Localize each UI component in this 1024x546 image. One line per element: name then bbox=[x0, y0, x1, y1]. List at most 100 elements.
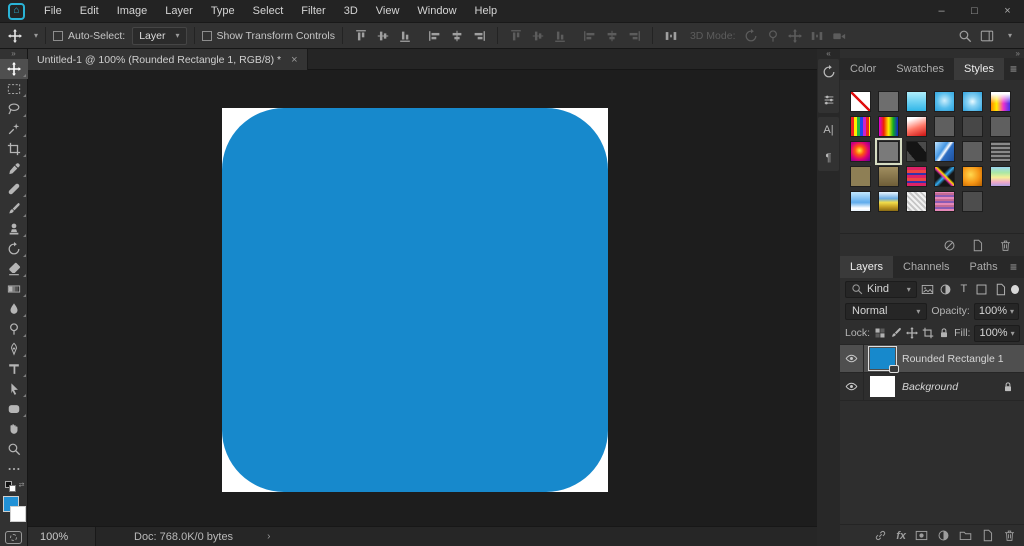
style-swatch-black-chevron[interactable] bbox=[906, 141, 927, 162]
style-swatch-pink-stripes[interactable] bbox=[934, 191, 955, 212]
distribute-right-edges-icon[interactable] bbox=[627, 29, 641, 43]
layer-visibility-icon[interactable] bbox=[840, 372, 864, 401]
clear-style-icon[interactable] bbox=[943, 239, 956, 252]
menu-image[interactable]: Image bbox=[108, 0, 157, 22]
tool-horizontal-type[interactable] bbox=[0, 359, 28, 379]
tab-layers[interactable]: Layers bbox=[840, 256, 894, 278]
style-swatch-cyan-gradient[interactable] bbox=[906, 91, 927, 112]
style-swatch-gray-6[interactable] bbox=[962, 191, 983, 212]
maximize-button[interactable]: □ bbox=[958, 0, 991, 23]
delete-layer-icon[interactable] bbox=[1003, 529, 1016, 542]
zoom-level-field[interactable]: 100% bbox=[28, 526, 96, 546]
tool-blur[interactable] bbox=[0, 299, 28, 319]
auto-select-checkbox[interactable] bbox=[53, 30, 64, 41]
align-vertical-centers-icon[interactable] bbox=[376, 29, 390, 43]
minimize-button[interactable]: – bbox=[925, 0, 958, 23]
tool-zoom[interactable] bbox=[0, 439, 28, 459]
style-swatch-no-style[interactable] bbox=[850, 91, 871, 112]
photoshop-home-icon[interactable]: ⌂ bbox=[8, 2, 25, 20]
distribute-top-edges-icon[interactable] bbox=[509, 29, 523, 43]
menu-layer[interactable]: Layer bbox=[156, 0, 202, 22]
fill-field[interactable]: 100% ▾ bbox=[974, 324, 1020, 342]
filter-pixel-layers-icon[interactable] bbox=[921, 283, 935, 296]
opacity-field[interactable]: 100% ▾ bbox=[973, 302, 1019, 320]
layer-filter-kind-dropdown[interactable]: Kind ▾ bbox=[845, 280, 917, 298]
layer-name[interactable]: Background bbox=[902, 381, 958, 393]
tool-crop[interactable] bbox=[0, 139, 28, 159]
layer-thumbnail[interactable] bbox=[869, 376, 895, 397]
menu-edit[interactable]: Edit bbox=[71, 0, 108, 22]
distribute-left-edges-icon[interactable] bbox=[583, 29, 597, 43]
style-swatch-gray-1[interactable] bbox=[878, 91, 899, 112]
background-color-swatch[interactable] bbox=[9, 506, 26, 522]
distribute-vertical-centers-icon[interactable] bbox=[531, 29, 545, 43]
tool-gradient[interactable] bbox=[0, 279, 28, 299]
workspace-switcher-icon[interactable] bbox=[980, 29, 994, 43]
new-layer-icon[interactable] bbox=[981, 529, 994, 542]
tab-color[interactable]: Color bbox=[840, 58, 886, 80]
align-right-edges-icon[interactable] bbox=[472, 29, 486, 43]
style-swatch-gold[interactable] bbox=[962, 166, 983, 187]
style-swatch-sand-sky[interactable] bbox=[878, 191, 899, 212]
3d-slide-icon[interactable] bbox=[810, 29, 824, 43]
adjustment-layer-icon[interactable] bbox=[937, 529, 950, 542]
tool-lasso[interactable] bbox=[0, 99, 28, 119]
style-swatch-gray-3[interactable] bbox=[962, 116, 983, 137]
tool-eraser[interactable] bbox=[0, 259, 28, 279]
tool-move[interactable] bbox=[0, 59, 28, 79]
style-swatch-sky-clouds[interactable] bbox=[850, 191, 871, 212]
tab-channels[interactable]: Channels bbox=[893, 256, 959, 278]
distribute-horizontal-centers-icon[interactable] bbox=[605, 29, 619, 43]
lock-all-icon[interactable] bbox=[938, 327, 950, 339]
new-group-icon[interactable] bbox=[959, 529, 972, 542]
toolbar-collapse-icon[interactable]: » bbox=[11, 49, 15, 59]
style-swatch-blue-sky[interactable] bbox=[934, 141, 955, 162]
lock-pixels-icon[interactable] bbox=[890, 327, 902, 339]
swap-colors-icon[interactable]: ⇄ bbox=[19, 481, 25, 489]
menu-help[interactable]: Help bbox=[466, 0, 507, 22]
layer-row-rounded-rectangle-1[interactable]: Rounded Rectangle 1 bbox=[840, 344, 1024, 373]
menu-file[interactable]: File bbox=[35, 0, 71, 22]
tool-eyedropper[interactable] bbox=[0, 159, 28, 179]
tool-hand[interactable] bbox=[0, 419, 28, 439]
3d-orbit-icon[interactable] bbox=[744, 29, 758, 43]
3d-pan-icon[interactable] bbox=[788, 29, 802, 43]
tool-rectangular-marquee[interactable] bbox=[0, 79, 28, 99]
link-layers-icon[interactable] bbox=[874, 529, 887, 542]
style-swatch-rainbow-stripes[interactable] bbox=[850, 116, 871, 137]
search-icon[interactable] bbox=[958, 29, 972, 43]
lock-transparency-icon[interactable] bbox=[874, 327, 886, 339]
character-panel-icon[interactable]: A| bbox=[820, 121, 838, 139]
auto-select-target-dropdown[interactable]: Layer ▾ bbox=[132, 26, 187, 45]
layer-visibility-icon[interactable] bbox=[840, 344, 864, 373]
tool-path-selection[interactable] bbox=[0, 379, 28, 399]
status-bar-expand-icon[interactable]: › bbox=[267, 531, 270, 542]
collapse-panels-icon[interactable]: » bbox=[1016, 49, 1020, 58]
layer-thumbnail[interactable] bbox=[867, 346, 899, 373]
canvas-work-area[interactable] bbox=[28, 70, 817, 526]
menu-type[interactable]: Type bbox=[202, 0, 244, 22]
new-style-icon[interactable] bbox=[971, 239, 984, 252]
add-layer-mask-icon[interactable] bbox=[915, 529, 928, 542]
style-swatch-rainbow-white[interactable] bbox=[990, 91, 1011, 112]
layers-panel-menu-icon[interactable]: ≡ bbox=[1010, 256, 1024, 278]
style-swatch-red-white-fade[interactable] bbox=[906, 116, 927, 137]
show-transform-controls-checkbox[interactable] bbox=[201, 30, 212, 41]
style-swatch-gray-lines[interactable] bbox=[990, 141, 1011, 162]
lock-position-icon[interactable] bbox=[906, 327, 918, 339]
filter-adjustment-layers-icon[interactable] bbox=[939, 283, 953, 296]
3d-roll-icon[interactable] bbox=[766, 29, 780, 43]
lock-artboard-icon[interactable] bbox=[922, 327, 934, 339]
tool-quick-selection[interactable] bbox=[0, 119, 28, 139]
layer-filtering-toggle[interactable] bbox=[1011, 284, 1019, 294]
distribute-bottom-edges-icon[interactable] bbox=[553, 29, 567, 43]
document-canvas[interactable] bbox=[222, 108, 608, 492]
panel-menu-icon[interactable]: ≡ bbox=[1010, 58, 1024, 80]
style-swatch-magenta-stripes[interactable] bbox=[906, 166, 927, 187]
menu-3d[interactable]: 3D bbox=[335, 0, 367, 22]
distribute-spacing-icon[interactable] bbox=[664, 29, 678, 43]
expand-panels-icon[interactable]: « bbox=[817, 49, 840, 58]
tool-spot-healing-brush[interactable] bbox=[0, 179, 28, 199]
style-swatch-color-burst[interactable] bbox=[934, 166, 955, 187]
history-panel-icon[interactable] bbox=[820, 63, 838, 81]
